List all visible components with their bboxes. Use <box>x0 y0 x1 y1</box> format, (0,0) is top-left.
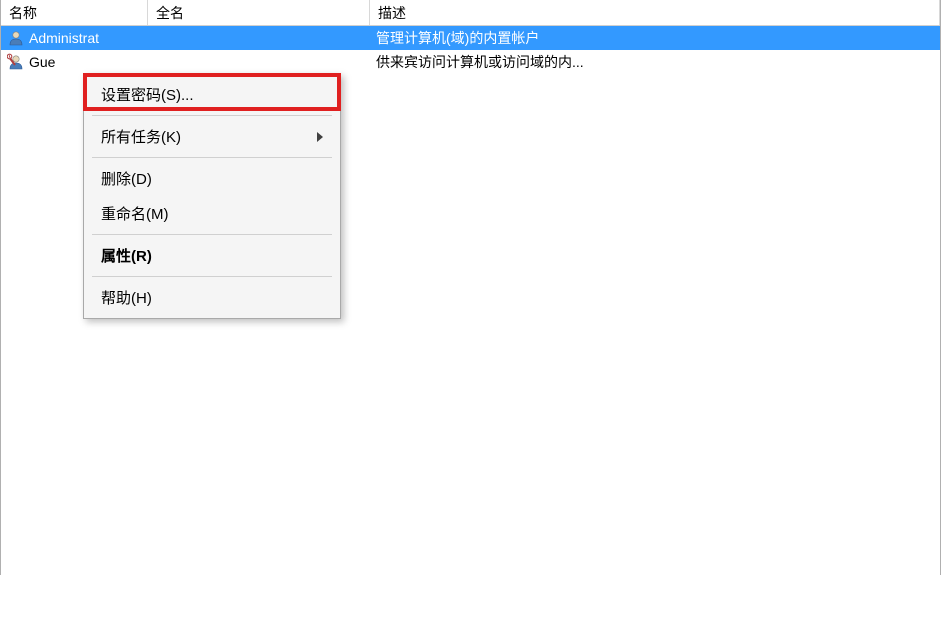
menu-item-help[interactable]: 帮助(H) <box>87 280 337 315</box>
user-icon <box>7 53 25 71</box>
column-header-name[interactable]: 名称 <box>1 0 148 25</box>
menu-separator <box>92 157 332 158</box>
column-header-description[interactable]: 描述 <box>370 0 940 25</box>
user-name-label: Administrat <box>29 30 99 46</box>
chevron-right-icon <box>317 132 323 142</box>
menu-separator <box>92 276 332 277</box>
menu-separator <box>92 234 332 235</box>
menu-item-delete[interactable]: 删除(D) <box>87 161 337 196</box>
user-description-label: 管理计算机(域)的内置帐户 <box>370 28 940 48</box>
menu-item-all-tasks[interactable]: 所有任务(K) <box>87 119 337 154</box>
column-header-row: 名称 全名 描述 <box>1 0 940 26</box>
menu-item-properties[interactable]: 属性(R) <box>87 238 337 273</box>
user-icon <box>7 29 25 47</box>
menu-item-rename[interactable]: 重命名(M) <box>87 196 337 231</box>
column-header-fullname[interactable]: 全名 <box>148 0 370 25</box>
user-row-guest[interactable]: Gue 供来宾访问计算机或访问域的内... <box>1 50 940 74</box>
context-menu: 设置密码(S)... 所有任务(K) 删除(D) 重命名(M) 属性(R) 帮助… <box>83 73 341 319</box>
user-row-administrator[interactable]: Administrat 管理计算机(域)的内置帐户 <box>1 26 940 50</box>
menu-item-set-password[interactable]: 设置密码(S)... <box>87 77 337 112</box>
menu-separator <box>92 115 332 116</box>
user-name-label: Gue <box>29 54 55 70</box>
user-description-label: 供来宾访问计算机或访问域的内... <box>370 52 940 72</box>
